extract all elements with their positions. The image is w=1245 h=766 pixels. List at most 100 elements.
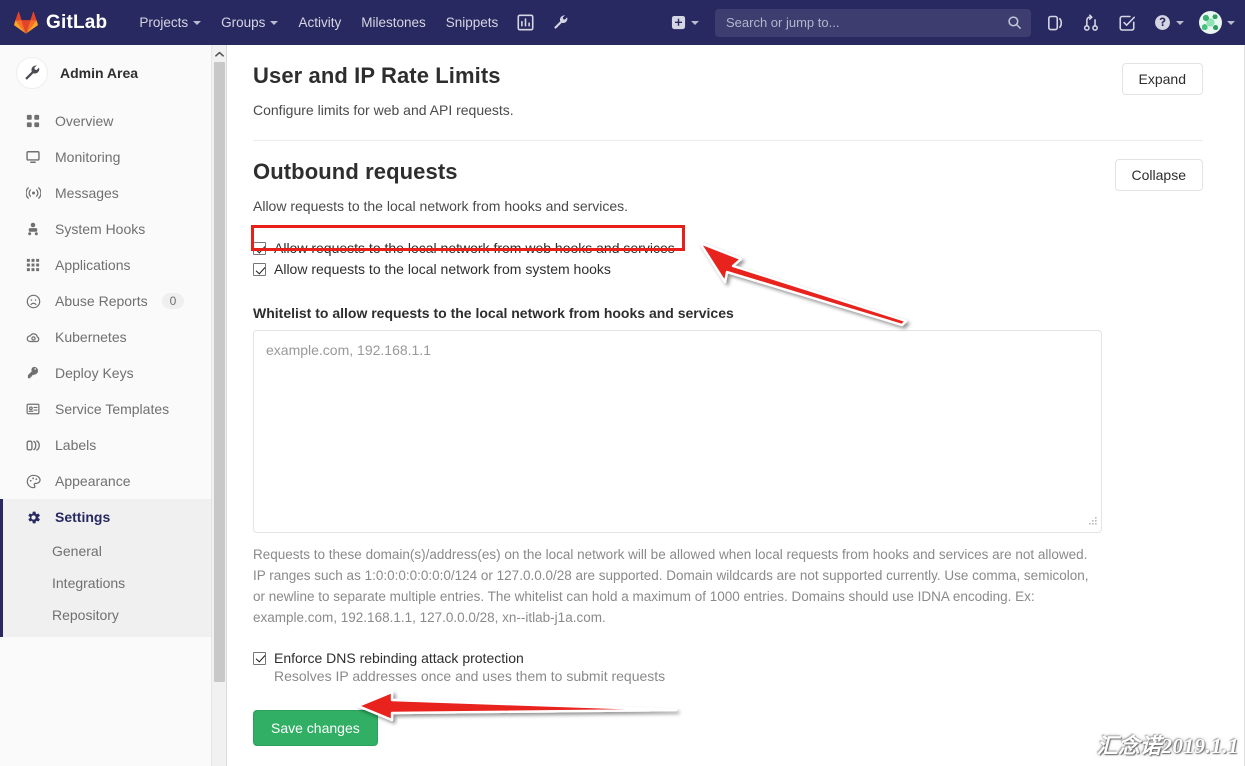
help-circle-icon xyxy=(1155,15,1170,30)
top-navbar: GitLab Projects Groups Activity Mileston… xyxy=(0,0,1245,45)
kubernetes-cloud-icon xyxy=(25,329,41,345)
chevron-down-icon xyxy=(691,20,699,25)
labels-icon xyxy=(25,437,41,453)
scrollbar-thumb[interactable] xyxy=(214,62,225,682)
checkbox-box[interactable] xyxy=(253,263,266,276)
sidebar-item-label: Settings xyxy=(55,509,111,525)
sidebar-item-applications[interactable]: Applications xyxy=(0,247,211,283)
sidebar-item-service-templates[interactable]: Service Templates xyxy=(0,391,211,427)
help-dropdown[interactable] xyxy=(1145,8,1193,37)
sidebar-subitem-general[interactable]: General xyxy=(3,535,211,567)
search-box[interactable] xyxy=(715,8,1031,37)
gear-icon xyxy=(25,509,41,525)
checkbox-label: Allow requests to the local network from… xyxy=(274,261,611,277)
nav-projects[interactable]: Projects xyxy=(129,9,211,36)
nav-snippets[interactable]: Snippets xyxy=(436,9,509,36)
sidebar-item-labels[interactable]: Labels xyxy=(0,427,211,463)
watermark: 汇念诺2019.1.1 xyxy=(1097,734,1239,758)
sidebar-item-appearance[interactable]: Appearance xyxy=(0,463,211,499)
sidebar-item-abuse-reports[interactable]: Abuse Reports 0 xyxy=(0,283,211,319)
checkbox-label: Allow requests to the local network from… xyxy=(274,240,675,256)
chevron-down-icon xyxy=(193,20,202,25)
search-input[interactable] xyxy=(715,8,1031,37)
new-item-dropdown[interactable] xyxy=(665,11,705,34)
sidebar-item-label: Kubernetes xyxy=(55,329,127,345)
checkbox-label: Enforce DNS rebinding attack protection xyxy=(274,649,524,666)
nav-groups-label: Groups xyxy=(221,15,266,30)
sidebar-item-system-hooks[interactable]: System Hooks xyxy=(0,211,211,247)
merge-requests-icon[interactable] xyxy=(1073,8,1109,38)
section-outbound-requests: Outbound requests Allow requests to the … xyxy=(253,141,1203,746)
scroll-up-button[interactable] xyxy=(212,45,226,62)
checkbox-dns-rebinding[interactable]: Enforce DNS rebinding attack protection xyxy=(253,650,1203,666)
applications-grid-icon xyxy=(25,257,41,273)
settings-sub-nav: General Integrations Repository xyxy=(0,535,211,637)
chevron-down-icon xyxy=(270,20,279,25)
sidebar-item-label: Appearance xyxy=(55,473,131,489)
sidebar-item-label: Deploy Keys xyxy=(55,365,134,381)
sidebar-item-label: System Hooks xyxy=(55,221,146,237)
todos-icon[interactable] xyxy=(1109,8,1145,38)
save-changes-button[interactable]: Save changes xyxy=(253,709,378,746)
chevron-down-icon xyxy=(1176,20,1184,25)
sidebar-item-messages[interactable]: Messages xyxy=(0,175,211,211)
settings-content: User and IP Rate Limits Configure limits… xyxy=(228,45,1245,766)
overview-grid-icon xyxy=(25,113,41,129)
admin-sidebar: Admin Area Overview Monitoring Messages … xyxy=(0,45,212,766)
sidebar-item-label: Labels xyxy=(55,437,97,453)
sidebar-item-monitoring[interactable]: Monitoring xyxy=(0,139,211,175)
whitelist-help-text: Requests to these domain(s)/address(es) … xyxy=(253,547,1089,625)
sidebar-item-label: Overview xyxy=(55,113,114,129)
chevron-down-icon xyxy=(1227,20,1235,25)
plus-square-icon xyxy=(671,15,686,30)
nav-milestones[interactable]: Milestones xyxy=(351,9,436,36)
section-title: Outbound requests xyxy=(253,159,458,184)
abuse-reports-count-badge: 0 xyxy=(161,293,185,309)
sidebar-item-settings[interactable]: Settings xyxy=(0,499,211,535)
issues-icon[interactable] xyxy=(1037,8,1073,38)
system-hooks-icon xyxy=(25,221,41,237)
checkbox-sublabel: Resolves IP addresses once and uses them… xyxy=(274,667,666,684)
sidebar-item-label: Applications xyxy=(55,257,131,273)
checkbox-allow-system-hooks[interactable]: Allow requests to the local network from… xyxy=(253,261,1203,277)
collapse-button[interactable]: Collapse xyxy=(1114,159,1203,191)
whitelist-textarea[interactable] xyxy=(253,330,1102,533)
wrench-icon[interactable] xyxy=(543,8,578,37)
checkbox-box[interactable] xyxy=(253,242,266,255)
sidebar-subitem-repository[interactable]: Repository xyxy=(3,599,211,631)
section-description: Allow requests to the local network from… xyxy=(253,198,629,214)
sidebar-item-label: Messages xyxy=(55,185,119,201)
page-title: User and IP Rate Limits xyxy=(253,63,501,88)
palette-icon xyxy=(25,473,41,489)
nav-activity[interactable]: Activity xyxy=(288,9,351,36)
gitlab-home-link[interactable]: GitLab xyxy=(14,11,107,35)
nav-projects-label: Projects xyxy=(139,15,189,30)
monitor-icon xyxy=(25,149,41,165)
abuse-face-icon xyxy=(25,293,41,309)
gitlab-fox-icon xyxy=(14,11,38,34)
sidebar-scrollbar[interactable] xyxy=(212,45,227,766)
chevron-up-icon xyxy=(214,51,224,57)
sidebar-item-label: Abuse Reports xyxy=(55,293,148,309)
sidebar-item-overview[interactable]: Overview xyxy=(0,103,211,139)
section-rate-limits: User and IP Rate Limits Configure limits… xyxy=(253,45,1203,141)
sidebar-item-label: Monitoring xyxy=(55,149,121,165)
expand-button[interactable]: Expand xyxy=(1121,63,1203,95)
sidebar-subitem-integrations[interactable]: Integrations xyxy=(3,567,211,599)
checkbox-box[interactable] xyxy=(253,651,266,665)
sidebar-context-header[interactable]: Admin Area xyxy=(0,45,211,103)
nav-groups[interactable]: Groups xyxy=(211,9,288,36)
broadcast-icon xyxy=(25,185,41,201)
whitelist-label: Whitelist to allow requests to the local… xyxy=(253,305,734,321)
sidebar-item-kubernetes[interactable]: Kubernetes xyxy=(0,319,211,355)
analytics-icon[interactable] xyxy=(508,8,543,37)
sidebar-context-title: Admin Area xyxy=(60,65,139,81)
user-menu[interactable] xyxy=(1193,11,1235,34)
sidebar-item-label: Service Templates xyxy=(55,401,170,417)
app-root: GitLab Projects Groups Activity Mileston… xyxy=(0,0,1245,766)
sidebar-item-deploy-keys[interactable]: Deploy Keys xyxy=(0,355,211,391)
key-icon xyxy=(25,365,41,381)
section-description: Configure limits for web and API request… xyxy=(253,102,514,118)
checkbox-allow-web-hooks[interactable]: Allow requests to the local network from… xyxy=(253,240,1203,256)
brand-name: GitLab xyxy=(46,11,108,33)
